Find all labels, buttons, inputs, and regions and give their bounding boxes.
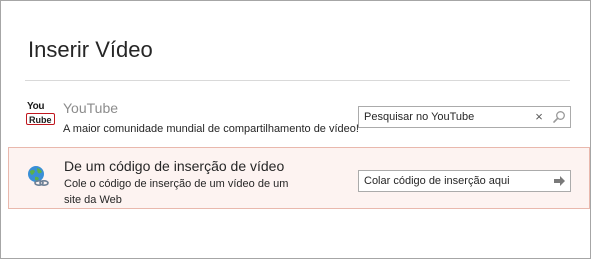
title-divider xyxy=(25,80,570,81)
insert-video-dialog: Inserir Vídeo You Rube YouTube A maior c… xyxy=(0,0,591,259)
youtube-logo-top: You xyxy=(27,101,45,112)
youtube-title: YouTube xyxy=(63,100,119,116)
youtube-logo-bottom: Rube xyxy=(26,113,55,125)
globe-link-icon xyxy=(25,164,49,188)
dialog-title: Inserir Vídeo xyxy=(28,37,153,62)
arrow-right-icon[interactable] xyxy=(552,174,566,188)
embed-code-input[interactable] xyxy=(359,171,544,191)
embed-code-box xyxy=(358,170,571,192)
clear-icon[interactable]: × xyxy=(531,109,547,125)
embed-description: Cole o código de inserção de um vídeo de… xyxy=(64,178,289,206)
youtube-search-box: × xyxy=(358,106,571,128)
youtube-logo-icon: You Rube xyxy=(26,101,55,129)
youtube-search-input[interactable] xyxy=(359,107,529,127)
embed-title: De um código de inserção de vídeo xyxy=(64,158,285,174)
youtube-description: A maior comunidade mundial de compartilh… xyxy=(63,123,359,135)
search-icon[interactable] xyxy=(551,109,567,125)
